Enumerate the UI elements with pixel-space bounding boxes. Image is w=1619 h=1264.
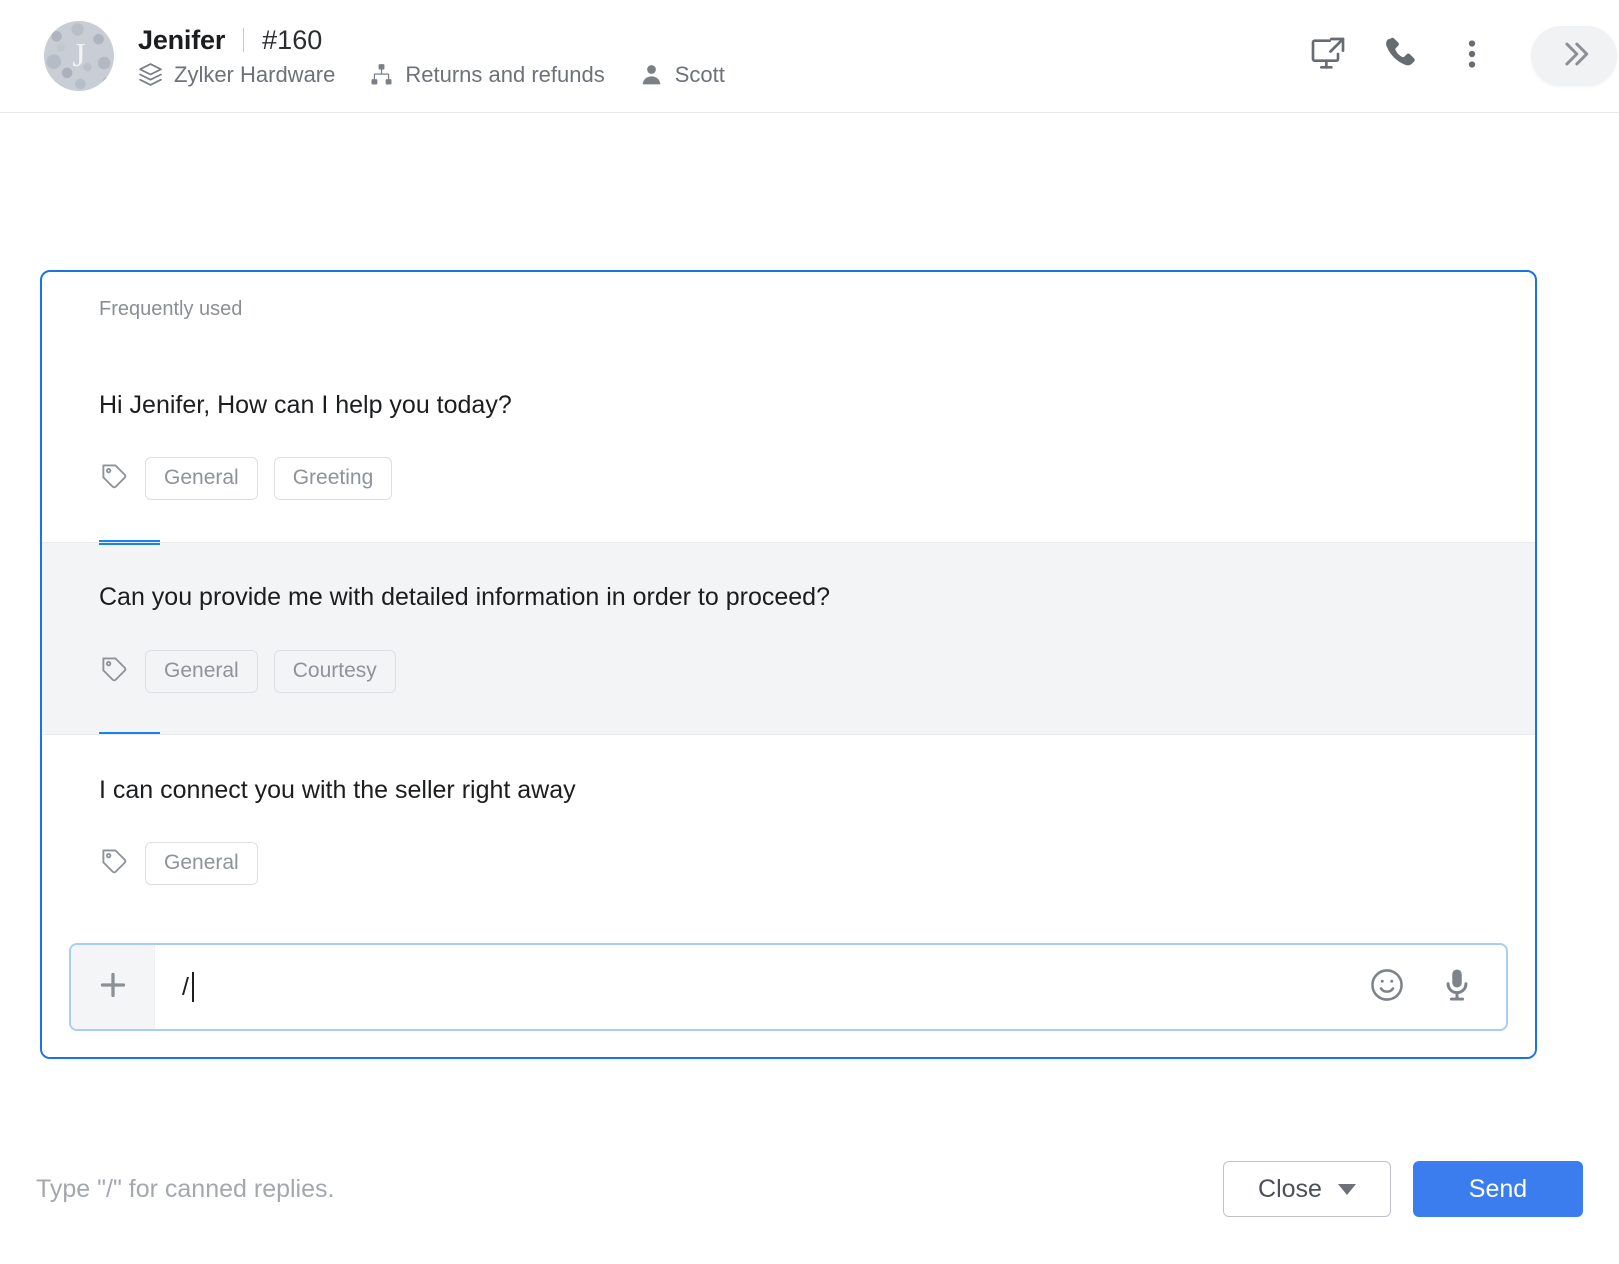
layers-icon — [138, 62, 163, 87]
composer-footer: Type "/" for canned replies. Close Send — [0, 1114, 1619, 1264]
call-button[interactable] — [1379, 35, 1421, 77]
team-label: Returns and refunds — [405, 62, 604, 88]
chevrons-right-icon — [1557, 37, 1591, 76]
canned-reply-text: Hi Jenifer, How can I help you today? — [99, 390, 1535, 421]
tag-chip[interactable]: General — [145, 842, 258, 885]
meta-team[interactable]: Returns and refunds — [369, 62, 604, 88]
tag-chip[interactable]: General — [145, 650, 258, 693]
phone-icon — [1380, 34, 1420, 79]
tag-chip[interactable]: Greeting — [274, 457, 393, 500]
send-button[interactable]: Send — [1413, 1161, 1583, 1217]
tag-icon — [99, 461, 129, 496]
canned-reply-item[interactable]: Hi Jenifer, How can I help you today? Ge… — [42, 350, 1535, 542]
composer-wrapper: / — [42, 927, 1535, 1057]
header-text-block: Jenifer #160 Zylker Hardware — [138, 25, 1307, 88]
tag-chip[interactable]: General — [145, 457, 258, 500]
header-meta-row: Zylker Hardware Re — [138, 62, 1307, 88]
avatar: J — [44, 21, 114, 91]
person-icon — [639, 62, 664, 87]
canned-reply-text: I can connect you with the seller right … — [99, 775, 1535, 806]
message-input-value: / — [182, 973, 189, 1002]
canned-reply-text: Can you provide me with detailed informa… — [99, 582, 1535, 613]
expand-panel-button[interactable] — [1531, 26, 1617, 86]
ticket-id: #160 — [262, 25, 322, 56]
footer-buttons: Close Send — [1223, 1161, 1583, 1217]
conversation-body: Frequently used Hi Jenifer, How can I he… — [0, 113, 1619, 1264]
panel-section-heading: Frequently used — [42, 272, 1535, 350]
voice-record-button[interactable] — [1436, 966, 1478, 1008]
chevron-down-icon — [1338, 1184, 1356, 1195]
emoji-button[interactable] — [1366, 966, 1408, 1008]
tag-chip[interactable]: Courtesy — [274, 650, 396, 693]
canned-reply-tags: General Greeting — [99, 457, 1535, 500]
chat-conversation-window: J Jenifer #160 Zylker Hardwar — [0, 0, 1619, 1264]
close-button[interactable]: Close — [1223, 1161, 1391, 1217]
canned-reply-item[interactable]: I can connect you with the seller right … — [42, 735, 1535, 927]
tag-icon — [99, 846, 129, 881]
add-attachment-button[interactable] — [71, 945, 155, 1029]
header-title-row: Jenifer #160 — [138, 25, 1307, 56]
assignee-label: Scott — [675, 62, 725, 88]
meta-assignee[interactable]: Scott — [639, 62, 725, 88]
meta-department[interactable]: Zylker Hardware — [138, 62, 335, 88]
canned-replies-panel: Frequently used Hi Jenifer, How can I he… — [40, 270, 1537, 1059]
canned-reply-tags: General Courtesy — [99, 650, 1535, 693]
close-button-label: Close — [1258, 1175, 1322, 1204]
row-separator — [42, 542, 1535, 543]
tag-icon — [99, 654, 129, 689]
header-actions — [1307, 26, 1589, 86]
canned-reply-item-active[interactable]: Can you provide me with detailed informa… — [42, 542, 1535, 734]
canned-replies-hint: Type "/" for canned replies. — [36, 1175, 1223, 1204]
contact-name: Jenifer — [138, 25, 225, 56]
message-input[interactable]: / — [155, 945, 1366, 1029]
avatar-initial: J — [44, 21, 114, 91]
composer-actions — [1366, 945, 1506, 1029]
screen-share-button[interactable] — [1307, 35, 1349, 77]
conversation-header: J Jenifer #160 Zylker Hardwar — [0, 0, 1619, 113]
smiley-icon — [1368, 966, 1406, 1009]
department-label: Zylker Hardware — [174, 62, 335, 88]
text-caret — [192, 972, 194, 1002]
more-vertical-icon — [1454, 36, 1490, 77]
title-divider — [243, 28, 244, 52]
plus-icon — [95, 967, 131, 1008]
screen-share-icon — [1308, 34, 1348, 79]
canned-reply-tags: General — [99, 842, 1535, 885]
message-composer: / — [69, 943, 1508, 1031]
more-options-button[interactable] — [1451, 35, 1493, 77]
org-chart-icon — [369, 62, 394, 87]
microphone-icon — [1438, 966, 1476, 1009]
